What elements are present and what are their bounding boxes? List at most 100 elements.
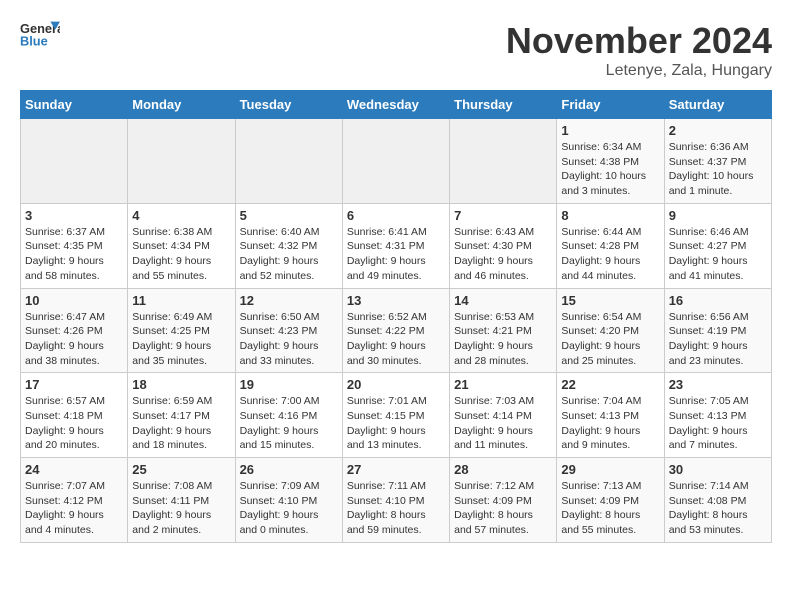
calendar-cell	[128, 119, 235, 204]
calendar-cell: 16 Sunrise: 6:56 AMSunset: 4:19 PMDayligh…	[664, 288, 771, 373]
calendar-cell: 12 Sunrise: 6:50 AMSunset: 4:23 PMDayligh…	[235, 288, 342, 373]
day-number: 18	[132, 377, 230, 392]
day-info: Sunrise: 6:47 AMSunset: 4:26 PMDaylight:…	[25, 310, 123, 369]
calendar-cell: 11 Sunrise: 6:49 AMSunset: 4:25 PMDayligh…	[128, 288, 235, 373]
calendar-cell	[235, 119, 342, 204]
weekday-header: Sunday	[21, 91, 128, 119]
day-info: Sunrise: 7:13 AMSunset: 4:09 PMDaylight:…	[561, 479, 659, 538]
day-info: Sunrise: 7:12 AMSunset: 4:09 PMDaylight:…	[454, 479, 552, 538]
day-info: Sunrise: 6:52 AMSunset: 4:22 PMDaylight:…	[347, 310, 445, 369]
day-number: 8	[561, 208, 659, 223]
day-info: Sunrise: 6:37 AMSunset: 4:35 PMDaylight:…	[25, 225, 123, 284]
month-title: November 2024	[506, 20, 772, 62]
calendar-cell: 19 Sunrise: 7:00 AMSunset: 4:16 PMDayligh…	[235, 373, 342, 458]
weekday-header: Saturday	[664, 91, 771, 119]
day-number: 11	[132, 293, 230, 308]
day-info: Sunrise: 6:44 AMSunset: 4:28 PMDaylight:…	[561, 225, 659, 284]
calendar-cell: 3 Sunrise: 6:37 AMSunset: 4:35 PMDaylight…	[21, 203, 128, 288]
day-info: Sunrise: 6:38 AMSunset: 4:34 PMDaylight:…	[132, 225, 230, 284]
calendar-cell: 23 Sunrise: 7:05 AMSunset: 4:13 PMDayligh…	[664, 373, 771, 458]
day-info: Sunrise: 6:49 AMSunset: 4:25 PMDaylight:…	[132, 310, 230, 369]
calendar-cell: 27 Sunrise: 7:11 AMSunset: 4:10 PMDayligh…	[342, 458, 449, 543]
weekday-header: Monday	[128, 91, 235, 119]
day-info: Sunrise: 7:09 AMSunset: 4:10 PMDaylight:…	[240, 479, 338, 538]
day-info: Sunrise: 6:59 AMSunset: 4:17 PMDaylight:…	[132, 394, 230, 453]
day-info: Sunrise: 6:46 AMSunset: 4:27 PMDaylight:…	[669, 225, 767, 284]
day-number: 2	[669, 123, 767, 138]
calendar-cell: 18 Sunrise: 6:59 AMSunset: 4:17 PMDayligh…	[128, 373, 235, 458]
location: Letenye, Zala, Hungary	[506, 62, 772, 80]
week-row: 1 Sunrise: 6:34 AMSunset: 4:38 PMDaylight…	[21, 119, 772, 204]
calendar-body: 1 Sunrise: 6:34 AMSunset: 4:38 PMDaylight…	[21, 119, 772, 543]
calendar-cell: 30Sunrise: 7:14 AMSunset: 4:08 PMDayligh…	[664, 458, 771, 543]
day-info: Sunrise: 7:01 AMSunset: 4:15 PMDaylight:…	[347, 394, 445, 453]
calendar-cell: 2Sunrise: 6:36 AMSunset: 4:37 PMDaylight…	[664, 119, 771, 204]
day-number: 15	[561, 293, 659, 308]
weekday-header: Wednesday	[342, 91, 449, 119]
logo: General Blue	[20, 20, 60, 48]
calendar-cell: 25Sunrise: 7:08 AMSunset: 4:11 PMDayligh…	[128, 458, 235, 543]
day-info: Sunrise: 6:40 AMSunset: 4:32 PMDaylight:…	[240, 225, 338, 284]
calendar-cell: 29 Sunrise: 7:13 AMSunset: 4:09 PMDayligh…	[557, 458, 664, 543]
day-number: 12	[240, 293, 338, 308]
day-info: Sunrise: 7:14 AMSunset: 4:08 PMDaylight:…	[669, 479, 767, 538]
day-info: Sunrise: 6:43 AMSunset: 4:30 PMDaylight:…	[454, 225, 552, 284]
calendar-cell: 28 Sunrise: 7:12 AMSunset: 4:09 PMDayligh…	[450, 458, 557, 543]
day-number: 3	[25, 208, 123, 223]
day-number: 6	[347, 208, 445, 223]
day-info: Sunrise: 6:50 AMSunset: 4:23 PMDaylight:…	[240, 310, 338, 369]
day-number: 1	[561, 123, 659, 138]
title-area: November 2024 Letenye, Zala, Hungary	[506, 20, 772, 80]
calendar-cell: 4Sunrise: 6:38 AMSunset: 4:34 PMDaylight…	[128, 203, 235, 288]
day-number: 28	[454, 462, 552, 477]
day-info: Sunrise: 7:04 AMSunset: 4:13 PMDaylight:…	[561, 394, 659, 453]
calendar-cell: 22 Sunrise: 7:04 AMSunset: 4:13 PMDayligh…	[557, 373, 664, 458]
day-number: 20	[347, 377, 445, 392]
day-number: 5	[240, 208, 338, 223]
week-row: 10 Sunrise: 6:47 AMSunset: 4:26 PMDayligh…	[21, 288, 772, 373]
day-info: Sunrise: 6:56 AMSunset: 4:19 PMDaylight:…	[669, 310, 767, 369]
week-row: 24Sunrise: 7:07 AMSunset: 4:12 PMDayligh…	[21, 458, 772, 543]
day-info: Sunrise: 7:08 AMSunset: 4:11 PMDaylight:…	[132, 479, 230, 538]
logo-icon: General Blue	[20, 20, 60, 48]
day-info: Sunrise: 7:11 AMSunset: 4:10 PMDaylight:…	[347, 479, 445, 538]
calendar-cell: 6 Sunrise: 6:41 AMSunset: 4:31 PMDaylight…	[342, 203, 449, 288]
day-info: Sunrise: 6:41 AMSunset: 4:31 PMDaylight:…	[347, 225, 445, 284]
day-info: Sunrise: 7:07 AMSunset: 4:12 PMDaylight:…	[25, 479, 123, 538]
day-number: 21	[454, 377, 552, 392]
day-info: Sunrise: 7:05 AMSunset: 4:13 PMDaylight:…	[669, 394, 767, 453]
calendar-cell: 15 Sunrise: 6:54 AMSunset: 4:20 PMDayligh…	[557, 288, 664, 373]
calendar-cell: 26 Sunrise: 7:09 AMSunset: 4:10 PMDayligh…	[235, 458, 342, 543]
svg-text:Blue: Blue	[20, 34, 48, 48]
day-number: 27	[347, 462, 445, 477]
day-number: 23	[669, 377, 767, 392]
calendar-cell: 5 Sunrise: 6:40 AMSunset: 4:32 PMDaylight…	[235, 203, 342, 288]
calendar-cell: 14Sunrise: 6:53 AMSunset: 4:21 PMDayligh…	[450, 288, 557, 373]
day-number: 9	[669, 208, 767, 223]
day-number: 19	[240, 377, 338, 392]
day-number: 17	[25, 377, 123, 392]
week-row: 3 Sunrise: 6:37 AMSunset: 4:35 PMDaylight…	[21, 203, 772, 288]
calendar-cell: 17 Sunrise: 6:57 AMSunset: 4:18 PMDayligh…	[21, 373, 128, 458]
day-number: 26	[240, 462, 338, 477]
calendar-cell: 8 Sunrise: 6:44 AMSunset: 4:28 PMDaylight…	[557, 203, 664, 288]
day-number: 7	[454, 208, 552, 223]
day-info: Sunrise: 6:54 AMSunset: 4:20 PMDaylight:…	[561, 310, 659, 369]
day-info: Sunrise: 6:53 AMSunset: 4:21 PMDaylight:…	[454, 310, 552, 369]
calendar-cell: 9 Sunrise: 6:46 AMSunset: 4:27 PMDaylight…	[664, 203, 771, 288]
day-number: 22	[561, 377, 659, 392]
day-number: 10	[25, 293, 123, 308]
day-number: 13	[347, 293, 445, 308]
day-info: Sunrise: 6:57 AMSunset: 4:18 PMDaylight:…	[25, 394, 123, 453]
calendar-table: SundayMondayTuesdayWednesdayThursdayFrid…	[20, 90, 772, 543]
calendar-cell	[450, 119, 557, 204]
calendar-cell: 24Sunrise: 7:07 AMSunset: 4:12 PMDayligh…	[21, 458, 128, 543]
day-number: 16	[669, 293, 767, 308]
day-info: Sunrise: 7:00 AMSunset: 4:16 PMDaylight:…	[240, 394, 338, 453]
calendar-cell: 20 Sunrise: 7:01 AMSunset: 4:15 PMDayligh…	[342, 373, 449, 458]
week-row: 17 Sunrise: 6:57 AMSunset: 4:18 PMDayligh…	[21, 373, 772, 458]
calendar-cell	[21, 119, 128, 204]
calendar-cell: 10 Sunrise: 6:47 AMSunset: 4:26 PMDayligh…	[21, 288, 128, 373]
day-number: 29	[561, 462, 659, 477]
day-info: Sunrise: 6:34 AMSunset: 4:38 PMDaylight:…	[561, 140, 659, 199]
